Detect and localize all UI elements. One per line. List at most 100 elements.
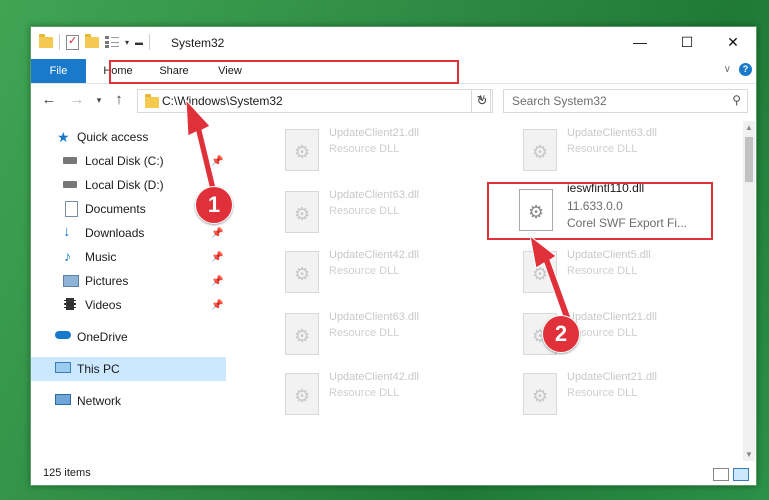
sidebar-item-label: Network (77, 394, 122, 408)
sidebar-item-network[interactable]: Network (31, 389, 226, 413)
file-tile[interactable]: UpdateClient5.dll Resource DLL (499, 243, 729, 303)
sidebar-item-local-disk-d[interactable]: Local Disk (D:) (31, 173, 226, 197)
file-type: Resource DLL (567, 265, 638, 277)
file-tile[interactable]: UpdateClient21.dll Resource DLL (499, 305, 729, 365)
sidebar-item-onedrive[interactable]: OneDrive (31, 325, 226, 349)
file-name: UpdateClient63.dll (567, 127, 657, 139)
documents-icon (65, 201, 78, 217)
file-tile[interactable]: UpdateClient21.dll Resource DLL (261, 121, 491, 181)
window-title: System32 (171, 36, 225, 50)
status-bar: 125 items (31, 463, 756, 485)
file-tile[interactable]: UpdateClient63.dll Resource DLL (261, 183, 491, 243)
drive-icon (63, 157, 77, 164)
new-folder-icon[interactable] (85, 33, 99, 48)
view-options-icon[interactable] (105, 36, 119, 48)
file-type: Resource DLL (567, 387, 638, 399)
recent-locations-icon[interactable]: ▾ (89, 90, 109, 110)
file-tile[interactable]: UpdateClient63.dll Resource DLL (261, 305, 491, 365)
title-bar: ▾ ▬ System32 — ☐ ✕ (31, 27, 756, 59)
divider (149, 34, 151, 50)
forward-arrow-icon[interactable]: → (67, 90, 87, 110)
step-marker-2: 2 (542, 315, 580, 353)
item-count: 125 items (43, 467, 91, 479)
sidebar-item-label: Downloads (85, 226, 145, 240)
pin-icon[interactable]: 📌 (211, 300, 223, 311)
file-list: UpdateClient21.dll Resource DLL UpdateCl… (231, 121, 741, 461)
chevron-down-icon[interactable]: ▾ (125, 38, 129, 47)
sidebar-item-label: Quick access (77, 130, 149, 144)
file-highlight (487, 182, 713, 240)
pin-icon[interactable]: 📌 (211, 228, 223, 239)
dll-file-icon (285, 251, 319, 293)
search-placeholder: Search System32 (512, 94, 607, 108)
sidebar-item-downloads[interactable]: ↓ Downloads 📌 (31, 221, 226, 245)
help-icon[interactable]: ? (739, 63, 752, 76)
details-view-icon[interactable] (713, 468, 729, 481)
address-bar[interactable]: C:\Windows\System32 ∨ (137, 89, 491, 113)
address-path[interactable]: C:\Windows\System32 (162, 94, 283, 108)
sidebar-item-local-disk-c[interactable]: Local Disk (C:) 📌 (31, 149, 226, 173)
sidebar-item-label: This PC (77, 362, 120, 376)
pin-icon[interactable]: 📌 (211, 276, 223, 287)
dll-file-icon (523, 129, 557, 171)
maximize-button[interactable]: ☐ (664, 27, 710, 57)
file-name: UpdateClient42.dll (329, 249, 419, 261)
dll-file-icon (285, 373, 319, 415)
pin-icon[interactable]: 📌 (211, 156, 223, 167)
dll-file-icon (285, 191, 319, 233)
explorer-window: ▾ ▬ System32 — ☐ ✕ File Home Share View … (30, 26, 757, 486)
file-name: UpdateClient42.dll (329, 371, 419, 383)
scroll-up-icon[interactable]: ▲ (743, 123, 755, 132)
close-button[interactable]: ✕ (710, 27, 756, 57)
quick-access-toolbar: ▾ ▬ (39, 33, 151, 50)
folder-icon[interactable] (39, 33, 53, 48)
properties-icon[interactable] (66, 34, 79, 50)
dll-file-icon (523, 251, 557, 293)
folder-icon (145, 94, 159, 108)
large-icons-view-icon[interactable] (733, 468, 749, 481)
back-arrow-icon[interactable]: ← (39, 90, 59, 110)
search-icon[interactable]: ⚲ (732, 93, 741, 107)
refresh-button[interactable]: ↻ (471, 89, 493, 113)
sidebar-item-label: Pictures (85, 274, 129, 288)
scroll-thumb[interactable] (745, 137, 753, 182)
computer-icon (55, 362, 71, 373)
search-input[interactable]: Search System32 ⚲ (503, 89, 748, 113)
sidebar-item-this-pc[interactable]: This PC (31, 357, 226, 381)
sidebar-item-quick-access[interactable]: ★ Quick access (31, 125, 226, 149)
customize-toolbar-icon[interactable]: ▬ (135, 38, 143, 47)
file-name: UpdateClient63.dll (329, 311, 419, 323)
sidebar-item-videos[interactable]: Videos 📌 (31, 293, 226, 317)
download-icon: ↓ (63, 223, 71, 240)
sidebar-item-label: Local Disk (D:) (85, 178, 164, 192)
sidebar-item-label: Local Disk (C:) (85, 154, 164, 168)
file-tile[interactable]: UpdateClient42.dll Resource DLL (261, 365, 491, 425)
file-tile[interactable]: UpdateClient21.dll Resource DLL (499, 365, 729, 425)
scroll-down-icon[interactable]: ▼ (743, 450, 755, 459)
file-tile[interactable]: UpdateClient42.dll Resource DLL (261, 243, 491, 303)
pin-icon[interactable]: 📌 (211, 252, 223, 263)
cloud-icon (55, 331, 71, 339)
chevron-down-icon[interactable]: ∨ (724, 64, 731, 75)
file-name: UpdateClient21.dll (567, 311, 657, 323)
navigation-pane: ★ Quick access Local Disk (C:) 📌 Local D… (31, 123, 226, 443)
file-type: Resource DLL (567, 143, 638, 155)
sidebar-item-pictures[interactable]: Pictures 📌 (31, 269, 226, 293)
dll-file-icon (285, 313, 319, 355)
up-arrow-icon[interactable]: ↑ (109, 90, 129, 110)
star-icon: ★ (57, 129, 70, 145)
file-name: UpdateClient21.dll (329, 127, 419, 139)
file-type: Resource DLL (329, 265, 400, 277)
navigation-bar: ← → ▾ ↑ C:\Windows\System32 ∨ ↻ Search S… (31, 84, 756, 116)
file-name: UpdateClient63.dll (329, 189, 419, 201)
network-icon (55, 394, 71, 405)
tab-file[interactable]: File (31, 59, 86, 83)
sidebar-item-label: Documents (85, 202, 146, 216)
file-name: UpdateClient21.dll (567, 371, 657, 383)
vertical-scrollbar[interactable]: ▲ ▼ (743, 121, 755, 461)
file-type: Resource DLL (329, 327, 400, 339)
minimize-button[interactable]: — (617, 27, 663, 57)
drive-icon (63, 181, 77, 188)
file-tile[interactable]: UpdateClient63.dll Resource DLL (499, 121, 729, 181)
sidebar-item-music[interactable]: ♪ Music 📌 (31, 245, 226, 269)
